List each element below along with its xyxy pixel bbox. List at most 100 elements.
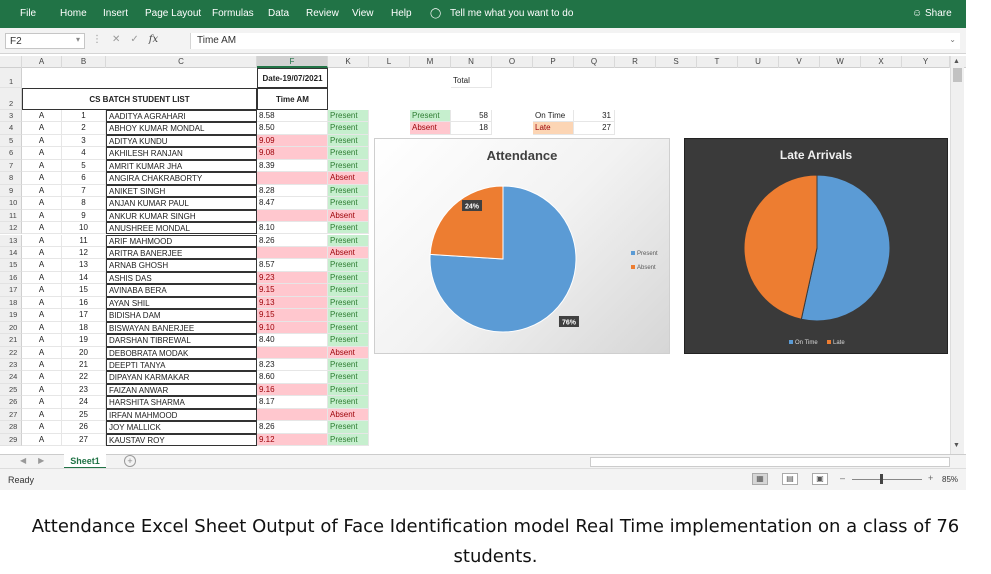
roll-cell[interactable]: 14 <box>62 271 106 285</box>
attendance-chart[interactable]: Attendance 76% 24% Present Absent <box>374 138 670 354</box>
column-header-w[interactable]: W <box>820 56 861 68</box>
tab-help[interactable]: Help <box>391 8 412 19</box>
section-cell[interactable]: A <box>22 371 62 384</box>
roll-cell[interactable]: 8 <box>62 197 106 210</box>
section-cell[interactable]: A <box>22 408 62 422</box>
row-header[interactable]: 19 <box>0 309 22 322</box>
section-cell[interactable]: A <box>22 234 62 247</box>
total-label-cell[interactable]: Total <box>451 68 492 88</box>
column-header-s[interactable]: S <box>656 56 697 68</box>
row-header[interactable]: 5 <box>0 134 22 148</box>
status-cell[interactable]: Present <box>328 159 369 173</box>
section-cell[interactable]: A <box>22 296 62 310</box>
time-cell[interactable]: 8.50 <box>257 122 328 135</box>
status-cell[interactable]: Absent <box>328 346 369 359</box>
time-cell[interactable]: 8.10 <box>257 222 328 235</box>
roll-cell[interactable]: 19 <box>62 334 106 347</box>
row-header[interactable]: 7 <box>0 159 22 173</box>
section-cell[interactable]: A <box>22 396 62 409</box>
roll-cell[interactable]: 12 <box>62 246 106 260</box>
time-cell[interactable] <box>257 246 328 260</box>
section-cell[interactable]: A <box>22 421 62 434</box>
column-header-x[interactable]: X <box>861 56 902 68</box>
section-cell[interactable]: A <box>22 222 62 235</box>
name-cell[interactable]: HARSHITA SHARMA <box>106 396 257 409</box>
section-cell[interactable]: A <box>22 134 62 148</box>
column-header-v[interactable]: V <box>779 56 820 68</box>
roll-cell[interactable]: 27 <box>62 433 106 447</box>
column-header-c[interactable]: C <box>106 56 257 68</box>
status-cell[interactable]: Present <box>328 110 369 123</box>
sheet-nav-icons[interactable]: ◀▶ <box>20 456 56 465</box>
time-cell[interactable]: 9.09 <box>257 134 328 148</box>
status-cell[interactable]: Absent <box>328 172 369 185</box>
time-cell[interactable]: 8.26 <box>257 234 328 247</box>
enter-icon[interactable]: ✓ <box>130 34 148 45</box>
name-cell[interactable]: BIDISHA DAM <box>106 309 257 322</box>
pie-slice-late[interactable] <box>743 174 818 320</box>
section-cell[interactable]: A <box>22 172 62 185</box>
name-cell[interactable]: ANGIRA CHAKRABORTY <box>106 172 257 185</box>
status-cell[interactable]: Present <box>328 359 369 372</box>
page-break-view-icon[interactable]: ▣ <box>812 473 828 485</box>
time-cell[interactable]: 9.13 <box>257 296 328 310</box>
tab-insert[interactable]: Insert <box>103 8 128 19</box>
roll-cell[interactable]: 15 <box>62 284 106 297</box>
time-cell[interactable] <box>257 408 328 422</box>
column-header-a[interactable]: A <box>22 56 62 68</box>
summary-present-count[interactable]: 58 <box>451 110 492 123</box>
roll-cell[interactable]: 11 <box>62 234 106 247</box>
tell-me-box[interactable]: Tell me what you want to do <box>450 8 573 19</box>
roll-cell[interactable]: 26 <box>62 421 106 434</box>
name-cell[interactable]: ANKUR KUMAR SINGH <box>106 209 257 223</box>
zoom-in-icon[interactable]: + <box>928 473 933 483</box>
status-cell[interactable]: Absent <box>328 246 369 260</box>
section-cell[interactable]: A <box>22 147 62 160</box>
status-cell[interactable]: Present <box>328 433 369 447</box>
summary-late-count[interactable]: 27 <box>574 122 615 135</box>
row-header[interactable]: 23 <box>0 359 22 372</box>
roll-cell[interactable]: 16 <box>62 296 106 310</box>
row-header[interactable]: 16 <box>0 271 22 285</box>
status-cell[interactable]: Present <box>328 122 369 135</box>
name-cell[interactable]: ARITRA BANERJEE <box>106 246 257 260</box>
row-header[interactable]: 10 <box>0 197 22 210</box>
column-header-n[interactable]: N <box>451 56 492 68</box>
section-cell[interactable]: A <box>22 359 62 372</box>
row-header[interactable]: 27 <box>0 408 22 422</box>
status-cell[interactable]: Absent <box>328 209 369 223</box>
status-cell[interactable]: Present <box>328 197 369 210</box>
time-cell[interactable] <box>257 172 328 185</box>
name-cell[interactable]: ADITYA KUNDU <box>106 134 257 148</box>
tab-home[interactable]: Home <box>60 8 87 19</box>
name-cell[interactable]: DIPAYAN KARMAKAR <box>106 371 257 384</box>
select-all-corner[interactable] <box>0 56 22 68</box>
status-cell[interactable]: Present <box>328 334 369 347</box>
name-cell[interactable]: AKHILESH RANJAN <box>106 147 257 160</box>
time-cell[interactable]: 8.28 <box>257 184 328 198</box>
time-cell[interactable]: 8.57 <box>257 259 328 272</box>
zoom-out-icon[interactable]: – <box>840 473 845 483</box>
row-header[interactable]: 13 <box>0 234 22 247</box>
zoom-slider[interactable] <box>852 479 922 480</box>
horizontal-scrollbar[interactable] <box>590 457 950 467</box>
section-cell[interactable]: A <box>22 159 62 173</box>
tab-view[interactable]: View <box>352 8 374 19</box>
roll-cell[interactable]: 25 <box>62 408 106 422</box>
time-cell[interactable]: 8.58 <box>257 110 328 123</box>
status-cell[interactable]: Present <box>328 134 369 148</box>
name-cell[interactable]: ANJAN KUMAR PAUL <box>106 197 257 210</box>
section-cell[interactable]: A <box>22 110 62 123</box>
status-cell[interactable]: Present <box>328 309 369 322</box>
add-sheet-icon[interactable]: + <box>124 455 136 467</box>
time-cell[interactable]: 8.17 <box>257 396 328 409</box>
roll-cell[interactable]: 22 <box>62 371 106 384</box>
time-cell[interactable]: 9.15 <box>257 284 328 297</box>
name-cell[interactable]: AMRIT KUMAR JHA <box>106 159 257 173</box>
roll-cell[interactable]: 1 <box>62 110 106 123</box>
time-cell[interactable]: 9.10 <box>257 321 328 335</box>
column-header-l[interactable]: L <box>369 56 410 68</box>
column-header-f[interactable]: F <box>257 56 328 68</box>
row-header[interactable]: 26 <box>0 396 22 409</box>
row-header[interactable]: 9 <box>0 184 22 198</box>
